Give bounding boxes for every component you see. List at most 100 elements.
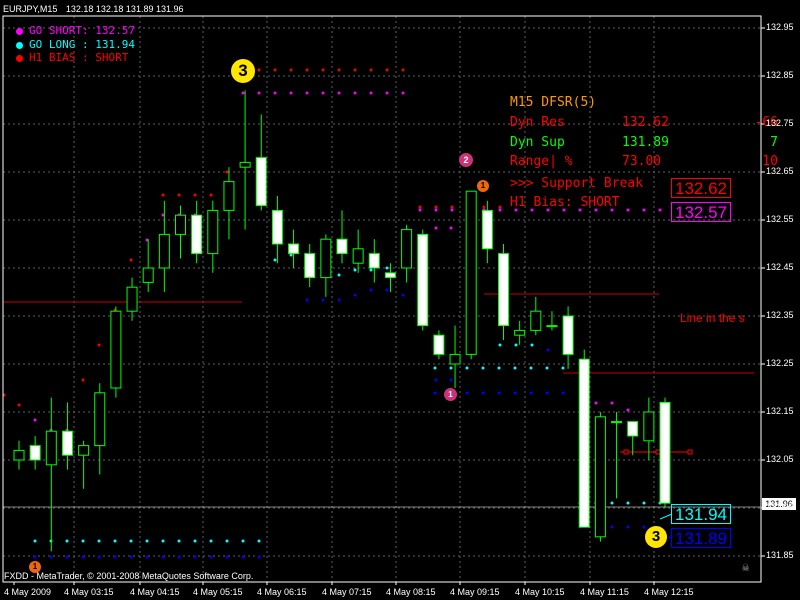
indicator-dot bbox=[626, 408, 630, 412]
go-short-dot bbox=[305, 91, 309, 95]
panel-row-dyn-res-label: Dyn Res bbox=[510, 115, 565, 130]
go-long-dot bbox=[449, 366, 453, 370]
indicator-dot bbox=[369, 268, 373, 272]
support-break-text: >>> Support Break bbox=[510, 176, 644, 191]
go-short-dot bbox=[626, 208, 630, 212]
go-long-dot bbox=[642, 501, 646, 505]
candle-bull bbox=[352, 248, 364, 264]
support-dot bbox=[610, 525, 614, 529]
copyright-text: FXDD - MetaTrader, © 2001-2008 MetaQuote… bbox=[4, 571, 254, 581]
indicator-dot bbox=[514, 343, 518, 347]
go-short-dot bbox=[642, 208, 646, 212]
support-dot bbox=[97, 555, 101, 559]
go-short-dot bbox=[385, 91, 389, 95]
candle-bear bbox=[659, 401, 671, 504]
wave-3-badge-top: 3 bbox=[231, 59, 255, 83]
support-dot bbox=[145, 555, 149, 559]
y-tick-label: 132.65 bbox=[766, 166, 794, 176]
indicator-dot bbox=[610, 401, 614, 405]
go-long-dot bbox=[161, 539, 165, 543]
go-short-dot bbox=[369, 91, 373, 95]
candle-bear bbox=[417, 233, 429, 327]
chart-caption: EURJPY,M15 132.18 132.18 131.89 131.96 bbox=[3, 4, 184, 14]
cyan-dot-icon bbox=[16, 41, 23, 49]
panel-row-dyn-sup-count: 7 bbox=[770, 135, 778, 150]
candle-bear bbox=[271, 209, 283, 245]
go-long-dot bbox=[81, 539, 85, 543]
y-tick-label: 132.85 bbox=[766, 70, 794, 80]
h1-bias-dot bbox=[498, 205, 502, 209]
candle-bull bbox=[530, 310, 542, 331]
indicator-dot bbox=[225, 170, 229, 174]
candle-bear bbox=[368, 253, 380, 269]
indicator-dot bbox=[353, 268, 357, 272]
candle-bear bbox=[433, 334, 445, 355]
panel-row-range-value: 73.00 bbox=[622, 154, 662, 169]
panel-row-dyn-sup-label: Dyn Sup bbox=[510, 135, 565, 150]
target-marker bbox=[687, 449, 693, 455]
y-tick-label: 132.35 bbox=[766, 310, 794, 320]
go-short-dot bbox=[257, 91, 261, 95]
go-long-dot bbox=[626, 501, 630, 505]
support-dot bbox=[129, 555, 133, 559]
go-long-dot bbox=[65, 539, 69, 543]
h1-bias-dot bbox=[482, 205, 486, 209]
y-tick-label: 131.95 bbox=[766, 502, 794, 512]
indicator-dot bbox=[305, 298, 309, 302]
symbol-timeframe: EURJPY,M15 bbox=[3, 4, 58, 14]
target-marker bbox=[623, 449, 629, 455]
magenta-dot-icon bbox=[16, 27, 23, 35]
indicator-dot bbox=[434, 378, 438, 382]
indicator-dot bbox=[449, 378, 453, 382]
x-tick-label: 4 May 04:15 bbox=[130, 587, 180, 597]
h1-bias-dot bbox=[273, 68, 277, 72]
legend-h1-bias: H1 BIAS : SHORT bbox=[16, 51, 128, 64]
go-short-dot bbox=[321, 91, 325, 95]
h1-bias-text: H1 Bias: SHORT bbox=[510, 195, 620, 210]
candle-bull bbox=[223, 181, 235, 211]
go-short-dot bbox=[401, 91, 405, 95]
y-tick-label: 132.55 bbox=[766, 214, 794, 224]
indicator-dot bbox=[33, 418, 37, 422]
h1-bias-dot bbox=[401, 68, 405, 72]
h1-bias-dot bbox=[321, 68, 325, 72]
go-short-dot bbox=[498, 208, 502, 212]
x-tick-label: 4 May 2009 bbox=[4, 587, 52, 597]
go-short-dot bbox=[289, 91, 293, 95]
indicator-dot bbox=[449, 226, 453, 230]
candle-bull bbox=[13, 449, 25, 461]
indicator-dot bbox=[337, 298, 341, 302]
go-short-dot bbox=[434, 208, 438, 212]
close-icon[interactable]: ☠ bbox=[742, 560, 749, 574]
candle-bear bbox=[384, 272, 396, 279]
support-dot bbox=[561, 391, 565, 395]
wave-2-badge: 2 bbox=[459, 153, 473, 167]
x-tick-label: 4 May 03:15 bbox=[64, 587, 114, 597]
candle-bull bbox=[207, 209, 219, 255]
panel-row-range-label: Range| % bbox=[510, 154, 573, 169]
support-dot bbox=[177, 555, 181, 559]
support-dot bbox=[49, 555, 53, 559]
red-dot-icon bbox=[16, 54, 23, 62]
candle-bull bbox=[611, 421, 623, 424]
go-long-dot bbox=[33, 539, 37, 543]
go-long-dot bbox=[497, 366, 501, 370]
indicator-dot bbox=[129, 258, 133, 262]
candle-bull bbox=[175, 214, 186, 235]
candle-bull bbox=[594, 416, 606, 538]
go-short-dot bbox=[273, 91, 277, 95]
candle-bull bbox=[401, 229, 413, 269]
candle-bull bbox=[142, 267, 154, 283]
ohlc-readout: 132.18 132.18 131.89 131.96 bbox=[65, 4, 184, 14]
candle-bull bbox=[320, 238, 332, 279]
candle-bear bbox=[191, 214, 203, 255]
support-dot bbox=[209, 555, 213, 559]
support-dot bbox=[225, 555, 229, 559]
h1-bias-dot bbox=[369, 68, 373, 72]
go-long-dot bbox=[177, 539, 181, 543]
support-dot bbox=[33, 555, 37, 559]
wave-1-badge-top: 1 bbox=[477, 180, 489, 192]
candle-bull bbox=[546, 325, 558, 328]
go-long-dot bbox=[465, 366, 469, 370]
support-dot bbox=[545, 391, 549, 395]
